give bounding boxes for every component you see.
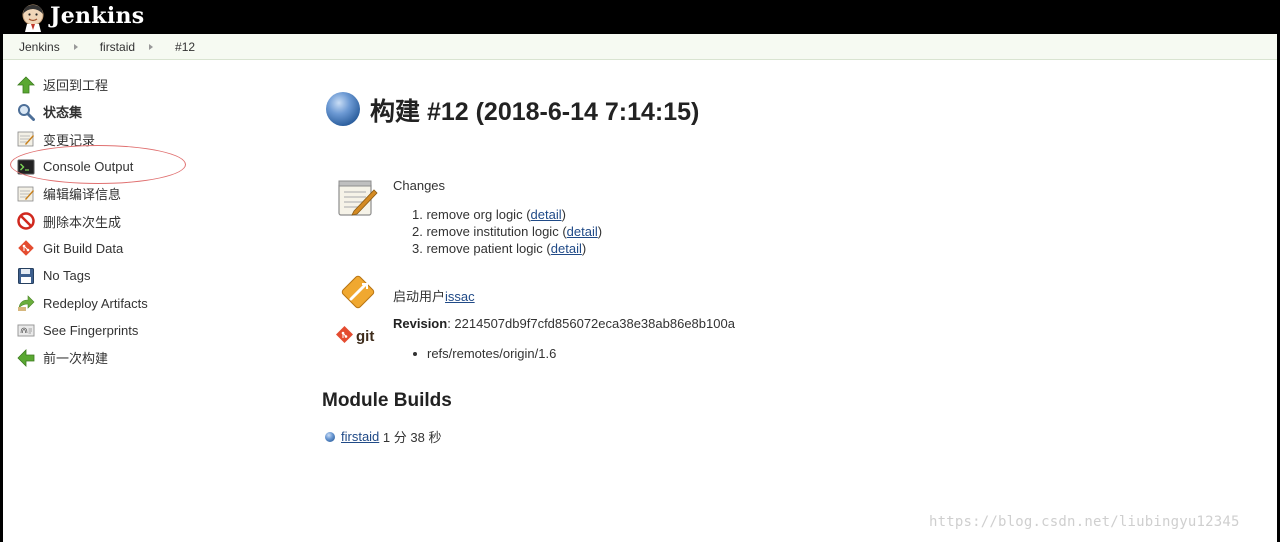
changes-list: 1. remove org logic (detail) 2. remove i…: [412, 207, 602, 258]
no-entry-icon: [16, 211, 36, 231]
sidebar-tasks: 返回到工程 状态集 变更记录 Console Output 编辑编译信息 删除本…: [16, 71, 256, 371]
module-builds-heading: Module Builds: [322, 390, 452, 411]
list-item: 1. remove org logic (detail): [412, 207, 566, 222]
watermark: https://blog.csdn.net/liubingyu12345: [929, 514, 1240, 530]
change-text: remove institution logic: [426, 224, 559, 239]
sidebar-item-label: 删除本次生成: [43, 214, 122, 230]
started-by-user-link[interactable]: issac: [445, 289, 475, 304]
sidebar-item-label: 状态集: [43, 105, 83, 121]
sidebar-item-label: See Fingerprints: [43, 322, 139, 338]
brand-name[interactable]: Jenkins: [50, 3, 144, 29]
sidebar-item-redeploy-artifacts[interactable]: Redeploy Artifacts: [16, 289, 256, 316]
sidebar-item-git-build-data[interactable]: Git Build Data: [16, 235, 256, 262]
git-revision: Revision: 2214507db9f7cfd856072eca38e38a…: [393, 316, 735, 331]
change-text: remove patient logic: [426, 241, 543, 256]
sidebar-item-delete-build[interactable]: 删除本次生成: [16, 207, 256, 234]
page-title: 构建 #12 (2018-6-14 7:14:15): [370, 98, 700, 126]
module-build-row: firstaid 1 分 38 秒: [325, 427, 441, 446]
git-logo-icon: git: [336, 326, 374, 345]
started-by-prefix: 启动用户: [393, 289, 446, 304]
change-detail-link[interactable]: detail: [551, 241, 582, 256]
left-arrow-icon: [16, 348, 36, 368]
up-arrow-icon: [16, 75, 36, 95]
notepad-icon: [338, 180, 378, 216]
breadcrumb-firstaid[interactable]: firstaid: [84, 40, 143, 54]
sidebar-item-previous-build[interactable]: 前一次构建: [16, 344, 256, 371]
started-by-text: 启动用户issac: [393, 286, 475, 305]
change-number: 3.: [412, 241, 423, 256]
sidebar-item-edit-build-info[interactable]: 编辑编译信息: [16, 180, 256, 207]
sidebar-item-label: Git Build Data: [43, 240, 124, 256]
git-ref-item: refs/remotes/origin/1.6: [413, 346, 556, 361]
change-text: remove org logic: [426, 207, 523, 222]
sidebar-item-label: 前一次构建: [43, 351, 109, 367]
jenkins-logo-icon[interactable]: [18, 2, 48, 32]
breadcrumb-build[interactable]: #12: [159, 40, 203, 54]
sidebar-item-changes[interactable]: 变更记录: [16, 126, 256, 153]
build-status-ball-icon: [325, 431, 335, 442]
build-status-ball-icon: [326, 92, 360, 126]
sidebar-item-label: 变更记录: [43, 132, 96, 148]
breadcrumb-separator-icon: [73, 43, 78, 50]
breadcrumb-separator-icon: [149, 43, 154, 50]
change-detail-link[interactable]: detail: [531, 207, 562, 222]
list-item: 3. remove patient logic (detail): [412, 241, 587, 256]
git-ref: refs/remotes/origin/1.6: [427, 346, 557, 361]
sidebar-item-back-to-project[interactable]: 返回到工程: [16, 71, 256, 98]
sidebar-item-see-fingerprints[interactable]: See Fingerprints: [16, 317, 256, 344]
bullet-icon: [413, 351, 417, 356]
sidebar-item-label: 编辑编译信息: [43, 187, 122, 203]
git-icon: [16, 238, 36, 258]
change-detail-link[interactable]: detail: [567, 224, 598, 239]
svg-text:git: git: [356, 328, 374, 345]
change-number: 1.: [412, 207, 423, 222]
notepad-icon: [16, 184, 36, 204]
user-cause-icon: [341, 275, 375, 309]
sidebar-item-label: Redeploy Artifacts: [43, 295, 148, 311]
changes-heading: Changes: [393, 178, 446, 193]
sidebar-item-no-tags[interactable]: No Tags: [16, 262, 256, 289]
revision-value: 2214507db9f7cfd856072eca38e38ab86e8b100a: [454, 316, 735, 331]
search-icon: [16, 102, 36, 122]
fingerprint-icon: [16, 320, 36, 340]
left-border: [0, 0, 3, 542]
breadcrumb-jenkins[interactable]: Jenkins: [3, 40, 68, 54]
sidebar-item-label: No Tags: [43, 268, 91, 284]
terminal-icon: [16, 157, 36, 177]
sidebar-item-label: Console Output: [43, 159, 134, 175]
list-item: 2. remove institution logic (detail): [412, 224, 603, 239]
change-number: 2.: [412, 224, 423, 239]
sidebar-item-label: 返回到工程: [43, 78, 109, 94]
sidebar-item-console-output[interactable]: Console Output: [16, 153, 256, 180]
breadcrumb: Jenkins firstaid #12: [3, 34, 1277, 60]
revision-label: Revision: [393, 316, 448, 331]
redeploy-icon: [16, 293, 36, 313]
header-bar: Jenkins: [0, 0, 1280, 34]
module-duration: 1 分 38 秒: [382, 430, 442, 445]
sidebar-item-status[interactable]: 状态集: [16, 98, 256, 125]
save-icon: [16, 266, 36, 286]
notepad-icon: [16, 129, 36, 149]
module-link[interactable]: firstaid: [341, 429, 379, 444]
